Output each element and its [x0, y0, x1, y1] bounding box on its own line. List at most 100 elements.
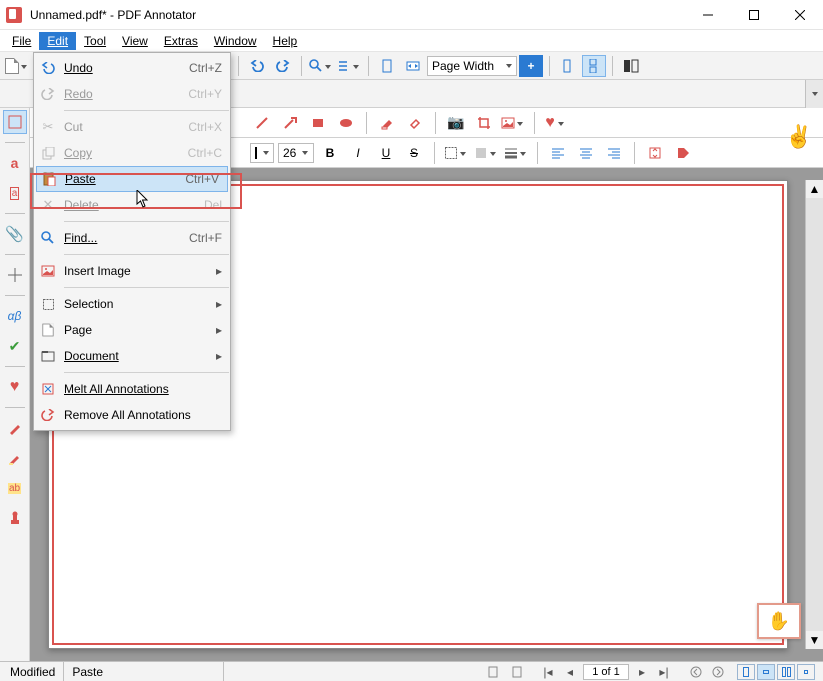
italic-button[interactable]: I	[346, 142, 370, 164]
strikethrough-button[interactable]: S	[402, 142, 426, 164]
rect-tool[interactable]	[306, 112, 330, 134]
scroll-up-button[interactable]: ▲	[806, 180, 823, 198]
border-style-select[interactable]	[443, 142, 469, 164]
redo-button[interactable]	[271, 55, 295, 77]
line-width-select[interactable]	[503, 142, 529, 164]
layout-two-button[interactable]	[777, 664, 795, 680]
menu-item-selection[interactable]: Selection ▸	[34, 291, 230, 317]
pan-tool-floating-button[interactable]: ✋	[757, 603, 801, 639]
text-color-select[interactable]	[250, 143, 274, 163]
fill-select[interactable]	[473, 142, 499, 164]
continuous-page-button[interactable]	[582, 55, 606, 77]
menu-item-label: Melt All Annotations	[64, 382, 222, 396]
favorites-tool[interactable]: ♥	[543, 112, 567, 134]
scroll-down-button[interactable]: ▼	[806, 631, 823, 649]
image-tool[interactable]	[500, 112, 526, 134]
menu-window[interactable]: Window	[206, 32, 265, 50]
menu-extras[interactable]: Extras	[156, 32, 206, 50]
text-highlight-tool[interactable]: ab	[3, 476, 27, 500]
text-box-tool[interactable]: a	[3, 181, 27, 205]
title-bar: Unnamed.pdf* - PDF Annotator	[0, 0, 823, 30]
menu-item-document[interactable]: Document ▸	[34, 343, 230, 369]
menu-item-remove-annotations[interactable]: Remove All Annotations	[34, 402, 230, 428]
align-center-button[interactable]	[574, 142, 598, 164]
paste-icon	[39, 172, 59, 186]
menu-view[interactable]: View	[114, 32, 156, 50]
menu-item-cut[interactable]: ✂ Cut Ctrl+X	[34, 114, 230, 140]
page-thumb-prev-button[interactable]	[485, 664, 503, 680]
page-number-input[interactable]	[583, 664, 629, 680]
align-right-button[interactable]	[602, 142, 626, 164]
attach-tool[interactable]: 📎	[3, 222, 27, 246]
menu-item-shortcut: Del	[204, 198, 222, 212]
crosshair-tool[interactable]	[3, 263, 27, 287]
zoom-select[interactable]: Page Width	[427, 56, 517, 76]
tag-button[interactable]	[671, 142, 695, 164]
bold-button[interactable]: B	[318, 142, 342, 164]
toolbar-overflow-button[interactable]	[805, 80, 823, 108]
arrow-tool[interactable]	[278, 112, 302, 134]
menu-file[interactable]: File	[4, 32, 39, 50]
hand-gesture-button[interactable]: ✌	[781, 112, 817, 162]
erase-all-tool[interactable]	[403, 112, 427, 134]
ellipse-tool[interactable]	[334, 112, 358, 134]
stamp-tool[interactable]	[3, 506, 27, 530]
underline-button[interactable]: U	[374, 142, 398, 164]
fit-text-button[interactable]	[643, 142, 667, 164]
fit-width-button[interactable]	[401, 55, 425, 77]
menu-item-undo[interactable]: Undo Ctrl+Z	[34, 55, 230, 81]
find-button[interactable]	[308, 55, 334, 77]
minimize-button[interactable]	[685, 0, 731, 30]
menu-item-redo[interactable]: Redo Ctrl+Y	[34, 81, 230, 107]
scroll-track[interactable]	[806, 198, 823, 631]
maximize-button[interactable]	[731, 0, 777, 30]
delete-icon: ✕	[38, 197, 58, 213]
menu-item-insert-image[interactable]: Insert Image ▸	[34, 258, 230, 284]
menu-item-melt-annotations[interactable]: Melt All Annotations	[34, 376, 230, 402]
align-left-button[interactable]	[546, 142, 570, 164]
add-view-button[interactable]: +	[519, 55, 543, 77]
favorite-heart-tool[interactable]: ♥	[3, 375, 27, 399]
camera-tool[interactable]: 📷	[444, 112, 468, 134]
line-tool[interactable]	[250, 112, 274, 134]
goto-button[interactable]	[336, 55, 362, 77]
menu-item-label: Find...	[64, 231, 183, 245]
layout-single-button[interactable]	[737, 664, 755, 680]
text-tool[interactable]: a	[3, 151, 27, 175]
last-page-button[interactable]: ▸|	[655, 664, 673, 680]
menu-item-paste[interactable]: Paste Ctrl+V	[36, 166, 228, 192]
close-button[interactable]	[777, 0, 823, 30]
menu-edit[interactable]: Edit	[39, 32, 76, 50]
crop-tool[interactable]	[472, 112, 496, 134]
vertical-scrollbar[interactable]: ▲ ▼	[805, 180, 823, 649]
menu-tool[interactable]: Tool	[76, 32, 114, 50]
menu-item-find[interactable]: Find... Ctrl+F	[34, 225, 230, 251]
fit-page-button[interactable]	[375, 55, 399, 77]
page-thumb-next-button[interactable]	[507, 664, 525, 680]
first-page-button[interactable]: |◂	[539, 664, 557, 680]
nav-forward-button[interactable]	[709, 664, 727, 680]
menu-item-shortcut: Ctrl+V	[185, 172, 219, 186]
nav-back-button[interactable]	[687, 664, 705, 680]
separator	[5, 407, 25, 408]
pen-tool[interactable]	[3, 416, 27, 440]
menu-item-delete[interactable]: ✕ Delete Del	[34, 192, 230, 218]
checkmark-tool[interactable]: ✔	[3, 334, 27, 358]
highlighter-tool[interactable]	[3, 446, 27, 470]
eraser-tool[interactable]	[375, 112, 399, 134]
undo-button[interactable]	[245, 55, 269, 77]
select-rect-tool[interactable]	[3, 110, 27, 134]
layout-grid-button[interactable]	[797, 664, 815, 680]
menu-help[interactable]: Help	[265, 32, 306, 50]
font-size-select[interactable]: 26	[278, 143, 314, 163]
prev-page-button[interactable]: ◂	[561, 664, 579, 680]
signature-tool[interactable]: αβ	[3, 304, 27, 328]
next-page-button[interactable]: ▸	[633, 664, 651, 680]
menu-item-shortcut: Ctrl+C	[188, 146, 222, 160]
menu-item-page[interactable]: Page ▸	[34, 317, 230, 343]
two-page-button[interactable]	[619, 55, 643, 77]
new-doc-button[interactable]	[4, 55, 30, 77]
layout-continuous-button[interactable]	[757, 664, 775, 680]
menu-item-copy[interactable]: Copy Ctrl+C	[34, 140, 230, 166]
single-page-button[interactable]	[556, 55, 580, 77]
